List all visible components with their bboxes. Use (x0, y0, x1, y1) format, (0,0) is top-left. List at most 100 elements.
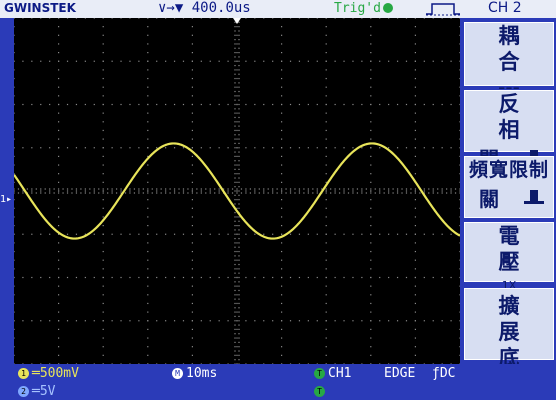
grid-dot (370, 181, 372, 183)
expand-ground-menu-button[interactable]: 擴 展 底 部 (464, 288, 554, 396)
grid-dot (98, 192, 100, 194)
grid-dot (58, 17, 60, 19)
grid-dot (238, 129, 240, 132)
grid-dot (316, 147, 318, 149)
grid-dot (298, 147, 301, 149)
grid-dot (450, 17, 452, 19)
grid-dot (191, 294, 193, 296)
grid-dot (281, 242, 283, 244)
grid-dot (147, 164, 149, 166)
grid-dot (227, 60, 229, 62)
grid-dot (234, 346, 236, 348)
grid-dot (432, 60, 434, 62)
grid-dot (165, 276, 167, 279)
grid-dot (240, 188, 243, 190)
grid-dot (325, 268, 327, 270)
grid-dot (370, 129, 372, 132)
grid-dot (200, 233, 202, 235)
grid-dot (238, 173, 240, 175)
grid-dot (281, 60, 283, 62)
grid-dot (31, 320, 33, 322)
grid-dot (370, 60, 372, 62)
grid-dot (316, 60, 318, 62)
grid-dot (238, 69, 240, 71)
grid-dot (370, 147, 372, 149)
grid-dot (281, 112, 283, 114)
grid-dot (325, 43, 327, 45)
grid-dot (58, 328, 60, 330)
grid-dot (13, 95, 15, 97)
grid-dot (182, 233, 185, 235)
grid-dot (432, 233, 434, 235)
grid-dot (138, 233, 140, 235)
grid-dot (234, 225, 236, 227)
grid-dot (432, 276, 434, 279)
grid-dot (238, 341, 240, 343)
grid-dot (238, 359, 240, 361)
grid-dot (238, 302, 240, 305)
grid-dot (236, 311, 238, 313)
grid-dot (58, 268, 60, 270)
grid-dot (147, 77, 149, 80)
grid-dot (325, 311, 327, 313)
grid-dot (147, 60, 149, 62)
grid-dot (80, 192, 82, 194)
grid-dot (156, 320, 158, 322)
grid-dot (379, 276, 381, 279)
grid-dot (396, 320, 399, 322)
grid-dot (312, 188, 314, 190)
grid-dot (120, 188, 122, 190)
grid-dot (312, 192, 314, 194)
grid-dot (218, 192, 220, 194)
grid-dot (151, 188, 153, 190)
grid-dot (459, 268, 461, 270)
grid-dot (40, 190, 42, 192)
grid-dot (58, 60, 60, 62)
grid-dot (218, 190, 220, 192)
grid-dot (62, 188, 64, 190)
grid-dot (238, 138, 240, 140)
grid-dot (75, 276, 78, 279)
grid-dot (129, 60, 131, 62)
grid-dot (236, 259, 238, 261)
trigger-status: Trig'd (334, 1, 393, 16)
grid-dot (111, 60, 113, 62)
grid-dot (102, 181, 104, 183)
grid-dot (66, 60, 69, 62)
grid-dot (102, 155, 104, 157)
grid-dot (31, 233, 33, 235)
grid-dot (13, 147, 15, 149)
grid-dot (58, 86, 60, 88)
grid-dot (238, 289, 240, 292)
grid-dot (102, 354, 104, 356)
grid-dot (102, 285, 104, 287)
grid-dot (102, 164, 104, 166)
grid-dot (370, 259, 372, 261)
probe-voltage-menu-button[interactable]: 電 壓 1X (464, 222, 554, 292)
grid-dot (405, 60, 408, 62)
grid-dot (370, 173, 372, 175)
grid-dot (281, 17, 283, 19)
grid-dot (281, 188, 283, 190)
grid-dot (62, 192, 64, 194)
grid-dot (238, 225, 240, 227)
grid-dot (405, 103, 408, 106)
grid-dot (191, 164, 193, 166)
grid-dot (236, 276, 238, 279)
grid-dot (352, 103, 354, 106)
grid-dot (370, 103, 372, 106)
grid-dot (191, 328, 193, 330)
coupling-menu-button[interactable]: 耦 合 --- (464, 22, 554, 99)
bandwidth-limit-menu-button[interactable]: 頻寬限制 關 (464, 156, 554, 218)
grid-dot (272, 188, 274, 190)
grid-dot (147, 320, 149, 322)
grid-dot (191, 129, 193, 132)
grid-dot (334, 188, 336, 190)
grid-dot (316, 233, 318, 235)
grid-dot (325, 103, 327, 106)
grid-dot (334, 103, 336, 106)
invert-menu-button[interactable]: 反 相 關 (464, 90, 554, 171)
grid-dot (276, 188, 278, 190)
grid-dot (414, 69, 416, 71)
grid-dot (450, 103, 452, 106)
